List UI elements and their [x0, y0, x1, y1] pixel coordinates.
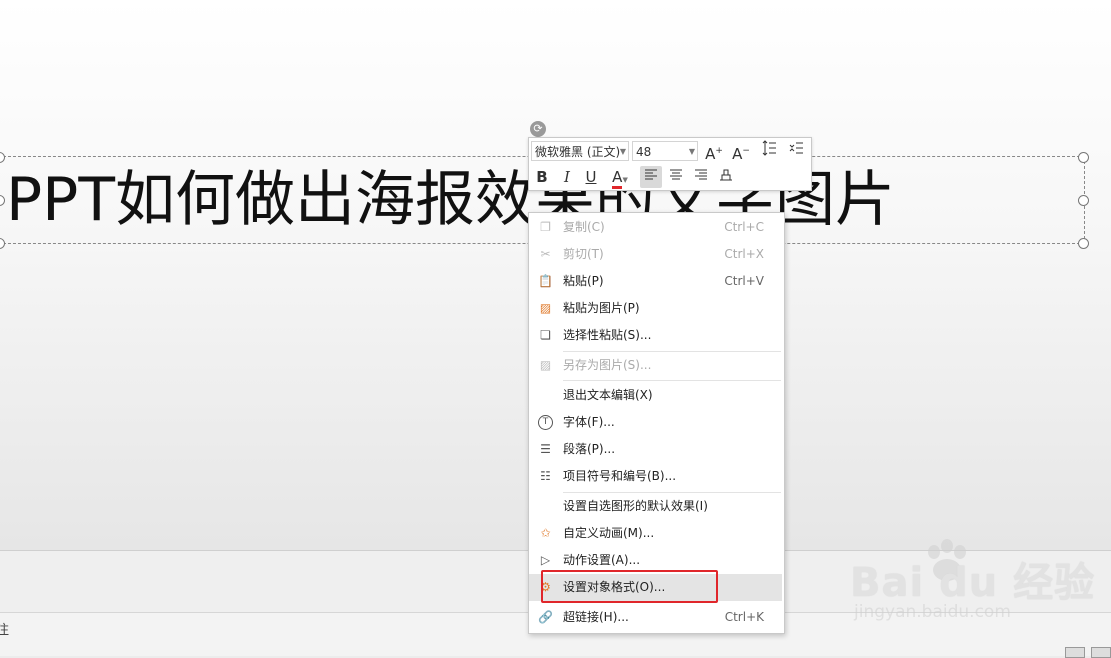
menu-item-shortcut: Ctrl+C [724, 220, 764, 234]
paste-picture-icon: ▨ [539, 301, 552, 315]
menu-item-shortcut: Ctrl+X [724, 247, 764, 261]
font-size-value: 48 [636, 145, 652, 159]
cut-icon: ✂ [540, 247, 551, 261]
menu-item-label: 另存为图片(S)... [563, 358, 652, 372]
align-left-icon [645, 169, 657, 180]
menu-item-paragraph[interactable]: ☰ 段落(P)... [529, 436, 782, 463]
line-spacing-button[interactable] [758, 140, 780, 162]
font-icon: T [538, 415, 553, 430]
menu-item-shortcut: Ctrl+V [724, 274, 764, 288]
normal-view-button[interactable] [1065, 647, 1085, 658]
shrink-font-icon: A [732, 145, 743, 163]
bold-icon: B [536, 168, 548, 186]
menu-item-label: 超链接(H)... [563, 610, 629, 624]
shrink-font-button[interactable]: A− [730, 140, 752, 163]
menu-item-label: 自定义动画(M)... [563, 526, 655, 540]
sorter-view-button[interactable] [1091, 647, 1111, 658]
menu-item-label: 退出文本编辑(X) [563, 388, 653, 402]
resize-handle-top-left[interactable] [0, 152, 5, 163]
menu-item-label: 项目符号和编号(B)... [563, 469, 677, 483]
menu-item-hyperlink[interactable]: 🔗 超链接(H)... Ctrl+K [529, 604, 782, 631]
eraser-icon [720, 169, 732, 181]
paste-special-icon: ❏ [540, 328, 551, 342]
baidu-jingyan-watermark: Bai du 经验 jingyan.baidu.com [850, 538, 1110, 638]
save-picture-icon: ▨ [539, 358, 552, 372]
align-center-icon [670, 169, 682, 180]
font-name-value: 微软雅黑 (正文) [535, 145, 621, 159]
action-icon: ▷ [540, 553, 551, 567]
menu-item-cut[interactable]: ✂ 剪切(T) Ctrl+X [529, 241, 782, 268]
menu-item-label: 剪切(T) [563, 247, 604, 261]
align-left-button[interactable] [640, 166, 662, 188]
underline-button[interactable]: U [580, 166, 602, 188]
menu-separator [563, 380, 781, 381]
resize-handle-bottom-right[interactable] [1078, 238, 1089, 249]
menu-item-label: 粘贴(P) [563, 274, 604, 288]
font-color-icon: A [612, 168, 623, 189]
menu-item-custom-animation[interactable]: ✩ 自定义动画(M)... [529, 520, 782, 547]
menu-item-label: 设置自选图形的默认效果(I) [563, 499, 708, 513]
watermark-url: jingyan.baidu.com [854, 602, 1011, 622]
italic-button[interactable]: I [556, 166, 578, 188]
font-color-button[interactable]: A▼ [606, 166, 634, 189]
menu-item-font[interactable]: T 字体(F)... [529, 409, 782, 436]
chevron-down-icon: ▼ [619, 147, 626, 156]
menu-item-paste-special[interactable]: ❏ 选择性粘贴(S)... [529, 322, 782, 349]
resize-handle-middle-left[interactable] [0, 195, 5, 206]
menu-item-label: 粘贴为图片(P) [563, 301, 640, 315]
align-right-icon [695, 169, 707, 180]
resize-handle-bottom-left[interactable] [0, 238, 5, 249]
menu-item-paste[interactable]: 📋 粘贴(P) Ctrl+V [529, 268, 782, 295]
red-highlight-annotation [541, 570, 718, 603]
font-name-select[interactable]: 微软雅黑 (正文) ▼ [531, 141, 629, 161]
menu-item-save-as-picture[interactable]: ▨ 另存为图片(S)... [529, 352, 782, 379]
menu-item-label: 复制(C) [563, 220, 605, 234]
notes-label: 注 [0, 623, 10, 638]
resize-handle-top-right[interactable] [1078, 152, 1089, 163]
paragraph-spacing-button[interactable] [785, 140, 807, 162]
menu-item-default-shape-effect[interactable]: 设置自选图形的默认效果(I) [529, 493, 782, 520]
mini-format-toolbar: 微软雅黑 (正文) ▼ 48 ▼ A+ A− B I U A▼ [528, 137, 812, 191]
menu-item-shortcut: Ctrl+K [724, 610, 764, 624]
italic-icon: I [564, 168, 570, 186]
underline-icon: U [585, 168, 597, 186]
copy-icon: ❐ [540, 220, 551, 234]
view-buttons [1065, 647, 1111, 658]
animation-icon: ✩ [540, 526, 551, 540]
font-size-select[interactable]: 48 ▼ [632, 141, 698, 161]
format-painter-button[interactable] [715, 166, 737, 188]
menu-item-paste-as-picture[interactable]: ▨ 粘贴为图片(P) [529, 295, 782, 322]
align-right-button[interactable] [690, 166, 712, 188]
align-center-button[interactable] [665, 166, 687, 188]
menu-item-label: 段落(P)... [563, 442, 616, 456]
bold-button[interactable]: B [531, 166, 553, 188]
menu-item-exit-text-edit[interactable]: 退出文本编辑(X) [529, 382, 782, 409]
bullets-icon: ☷ [540, 469, 551, 483]
paste-icon: 📋 [538, 274, 553, 288]
rotate-icon[interactable]: ⟳ [530, 121, 546, 137]
menu-item-label: 选择性粘贴(S)... [563, 328, 652, 342]
paragraph-spacing-icon [789, 142, 803, 154]
hyperlink-icon: 🔗 [538, 610, 553, 624]
paragraph-icon: ☰ [540, 442, 551, 456]
chevron-down-icon: ▼ [688, 147, 695, 156]
menu-item-bullets[interactable]: ☷ 项目符号和编号(B)... [529, 463, 782, 490]
grow-font-icon: A [705, 145, 716, 163]
resize-handle-middle-right[interactable] [1078, 195, 1089, 206]
menu-item-label: 字体(F)... [563, 415, 615, 429]
line-spacing-icon [762, 140, 776, 156]
menu-item-copy[interactable]: ❐ 复制(C) Ctrl+C [529, 214, 782, 241]
watermark-brand: Bai du 经验 [850, 560, 1096, 606]
grow-font-button[interactable]: A+ [703, 140, 725, 163]
